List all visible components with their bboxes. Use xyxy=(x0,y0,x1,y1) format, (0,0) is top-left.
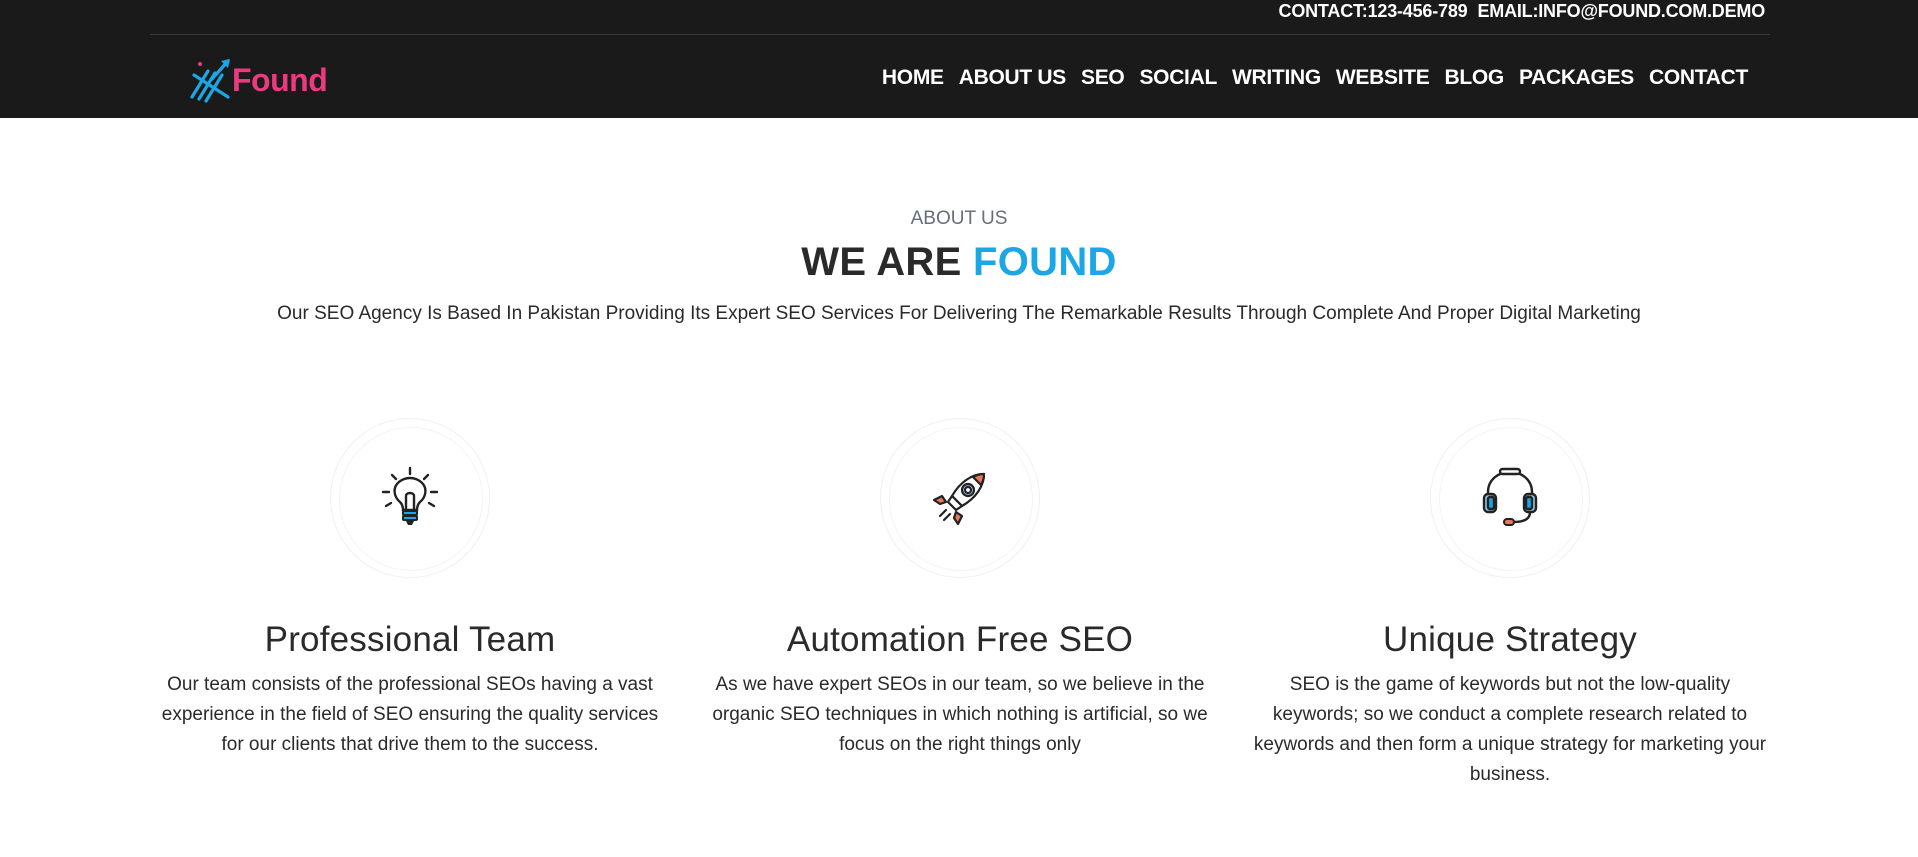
site-header: CONTACT:123-456-789 EMAIL:INFO@FOUND.COM.… xyxy=(0,0,1918,118)
nav-item-blog[interactable]: BLOG xyxy=(1444,66,1504,90)
feature-title: Unique Strategy xyxy=(1383,620,1637,659)
nav-item-social[interactable]: SOCIAL xyxy=(1139,66,1217,90)
feature-description: Our team consists of the professional SE… xyxy=(161,674,659,755)
lightbulb-icon xyxy=(381,466,439,525)
about-subtitle: Our SEO Agency Is Based In Pakistan Prov… xyxy=(277,303,1641,324)
feature-icon-circle xyxy=(880,418,1040,578)
nav-item-writing[interactable]: WRITING xyxy=(1232,66,1321,90)
main-nav: HOME ABOUT US SEO SOCIAL WRITING WEBSITE… xyxy=(867,62,1748,94)
rocket-icon xyxy=(932,472,986,526)
nav-item-about-us[interactable]: ABOUT US xyxy=(959,66,1067,90)
about-title-accent: FOUND xyxy=(973,240,1117,284)
feature-icon-circle xyxy=(330,418,490,578)
feature-title: Professional Team xyxy=(264,620,556,659)
about-title: WE ARE FOUND xyxy=(0,240,1918,285)
feature-title: Automation Free SEO xyxy=(786,620,1134,659)
about-eyebrow: ABOUT US xyxy=(910,208,1008,229)
topbar-contact-info: CONTACT:123-456-789 EMAIL:INFO@FOUND.COM.… xyxy=(1279,0,1766,23)
feature-icon-circle xyxy=(1430,418,1590,578)
logo-mark-icon xyxy=(190,59,230,103)
feature-card-automation-free-seo: Automation Free SEO As we have expert SE… xyxy=(695,418,1225,760)
feature-description: SEO is the game of keywords but not the … xyxy=(1253,674,1767,785)
feature-description: As we have expert SEOs in our team, so w… xyxy=(712,674,1208,755)
feature-card-unique-strategy: Unique Strategy SEO is the game of keywo… xyxy=(1245,418,1775,790)
site-logo[interactable]: Found xyxy=(188,56,328,104)
topbar-email[interactable]: EMAIL:INFO@FOUND.COM.DEMO xyxy=(1477,1,1765,21)
feature-card-professional-team: Professional Team Our team consists of t… xyxy=(145,418,675,760)
nav-item-home[interactable]: HOME xyxy=(882,66,944,90)
about-title-plain: WE ARE xyxy=(801,240,962,284)
nav-item-contact[interactable]: CONTACT xyxy=(1649,66,1748,90)
topbar-phone[interactable]: CONTACT:123-456-789 xyxy=(1279,1,1468,21)
nav-item-seo[interactable]: SEO xyxy=(1081,66,1125,90)
logo-text: Found xyxy=(232,62,328,98)
nav-item-packages[interactable]: PACKAGES xyxy=(1519,66,1634,90)
topbar: CONTACT:123-456-789 EMAIL:INFO@FOUND.COM.… xyxy=(150,0,1770,35)
nav-item-website[interactable]: WEBSITE xyxy=(1336,66,1430,90)
headset-icon xyxy=(1482,467,1538,526)
